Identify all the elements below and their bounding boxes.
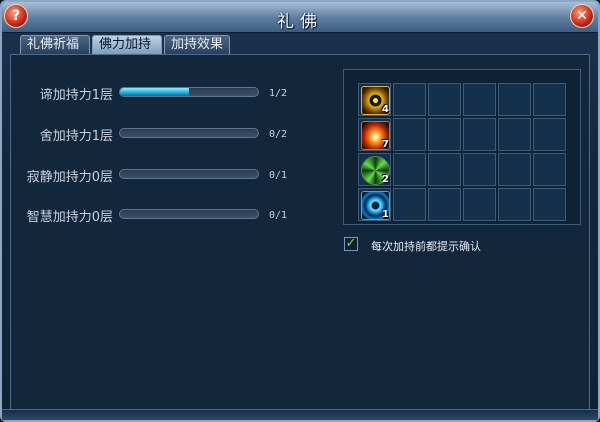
item-slot[interactable] <box>533 188 566 221</box>
item-slot[interactable] <box>393 153 426 186</box>
item-slot[interactable] <box>533 153 566 186</box>
tab-buddha-power[interactable]: 佛力加持 <box>92 35 162 54</box>
tab-prayer[interactable]: 礼佛祈福 <box>20 35 90 54</box>
progress-fill <box>120 88 189 96</box>
item-slot[interactable] <box>498 188 531 221</box>
item-slot[interactable] <box>393 118 426 151</box>
item-grid: 4 7 2 1 <box>343 69 581 225</box>
blessing-label-silence: 寂静加持力0层 <box>26 170 113 185</box>
item-slot[interactable] <box>393 188 426 221</box>
item-quantity: 2 <box>382 174 389 185</box>
blessing-count-silence: 0/1 <box>269 170 288 181</box>
item-quantity: 1 <box>382 209 389 220</box>
blessing-progress-truth <box>119 87 259 97</box>
item-slot[interactable]: 4 <box>358 83 391 116</box>
blessing-label-truth: 谛加持力1层 <box>39 88 113 103</box>
confirm-checkbox[interactable]: ✓ <box>344 237 358 251</box>
item-slot[interactable] <box>463 83 496 116</box>
blessing-progress-silence <box>119 169 259 179</box>
blessing-label-renounce: 舍加持力1层 <box>39 129 113 144</box>
item-slot[interactable] <box>463 153 496 186</box>
item-slot[interactable] <box>533 118 566 151</box>
tab-blessing-effect[interactable]: 加持效果 <box>164 35 230 54</box>
item-slot[interactable] <box>533 83 566 116</box>
title-bar[interactable]: 礼佛 <box>2 2 598 33</box>
item-quantity: 7 <box>382 139 389 150</box>
item-slot[interactable]: 7 <box>358 118 391 151</box>
item-slot[interactable] <box>428 83 461 116</box>
item-slot[interactable] <box>428 118 461 151</box>
help-button[interactable]: ? <box>4 4 28 28</box>
close-button[interactable]: ✕ <box>570 4 594 28</box>
item-slot[interactable] <box>498 118 531 151</box>
blessing-count-truth: 1/2 <box>269 88 288 99</box>
confirm-label[interactable]: 每次加持前都提示确认 <box>371 238 481 254</box>
item-slot[interactable] <box>498 83 531 116</box>
content-panel: 谛加持力1层 1/2 舍加持力1层 0/2 寂静加持力0层 0/1 智慧加持力0… <box>10 54 590 412</box>
item-slot[interactable] <box>463 118 496 151</box>
blessing-progress-renounce <box>119 128 259 138</box>
blessing-label-wisdom: 智慧加持力0层 <box>26 210 113 225</box>
prayer-window: 礼佛 ? ✕ 礼佛祈福 佛力加持 加持效果 谛加持力1层 1/2 舍加持力1层 … <box>0 0 600 422</box>
item-slot[interactable]: 1 <box>358 188 391 221</box>
item-slot[interactable] <box>428 153 461 186</box>
blessing-progress-wisdom <box>119 209 259 219</box>
blessing-count-renounce: 0/2 <box>269 129 288 140</box>
window-footer <box>2 409 598 420</box>
checkmark-icon: ✓ <box>345 236 357 251</box>
item-slot[interactable]: 2 <box>358 153 391 186</box>
window-title: 礼佛 <box>277 12 323 32</box>
item-slot[interactable] <box>393 83 426 116</box>
item-slot[interactable] <box>428 188 461 221</box>
item-slot[interactable] <box>463 188 496 221</box>
blessing-count-wisdom: 0/1 <box>269 210 288 221</box>
item-quantity: 4 <box>382 104 389 115</box>
item-slot[interactable] <box>498 153 531 186</box>
